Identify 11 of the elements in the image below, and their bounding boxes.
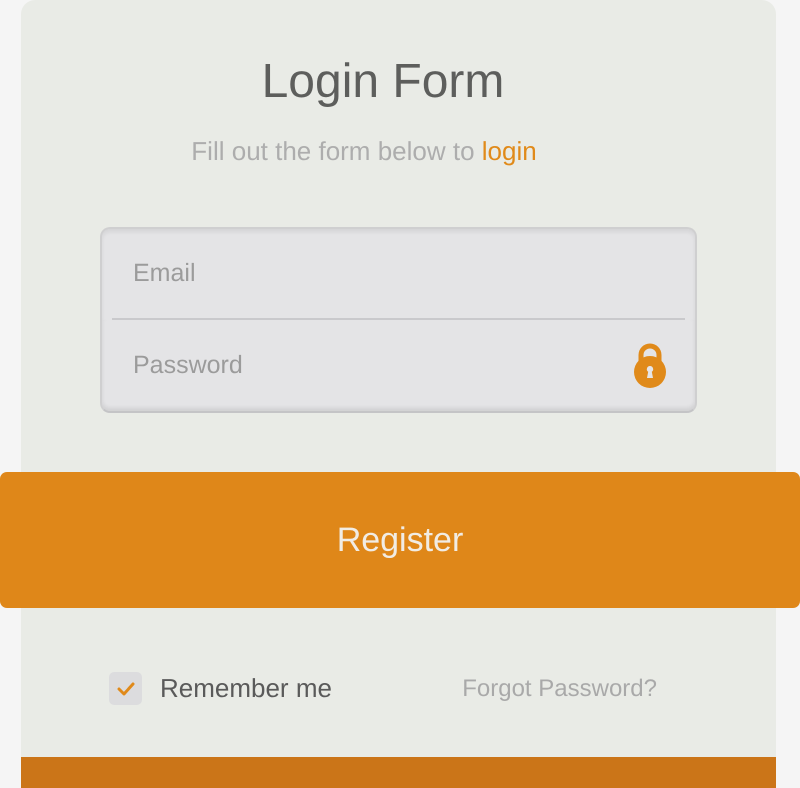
subtitle-text: Fill out the form below to login — [190, 135, 538, 167]
forgot-password-link[interactable]: Forgot Password? — [462, 674, 657, 702]
form-title: Login Form — [260, 54, 506, 110]
register-button[interactable]: Register — [0, 472, 800, 608]
remember-checkbox[interactable] — [109, 672, 142, 705]
login-link[interactable]: login — [482, 136, 537, 166]
email-field[interactable]: Email — [100, 227, 697, 320]
check-icon — [116, 682, 134, 696]
password-field[interactable]: Password — [100, 320, 697, 413]
remember-me-label: Remember me — [160, 673, 332, 704]
lock-icon — [633, 343, 667, 388]
